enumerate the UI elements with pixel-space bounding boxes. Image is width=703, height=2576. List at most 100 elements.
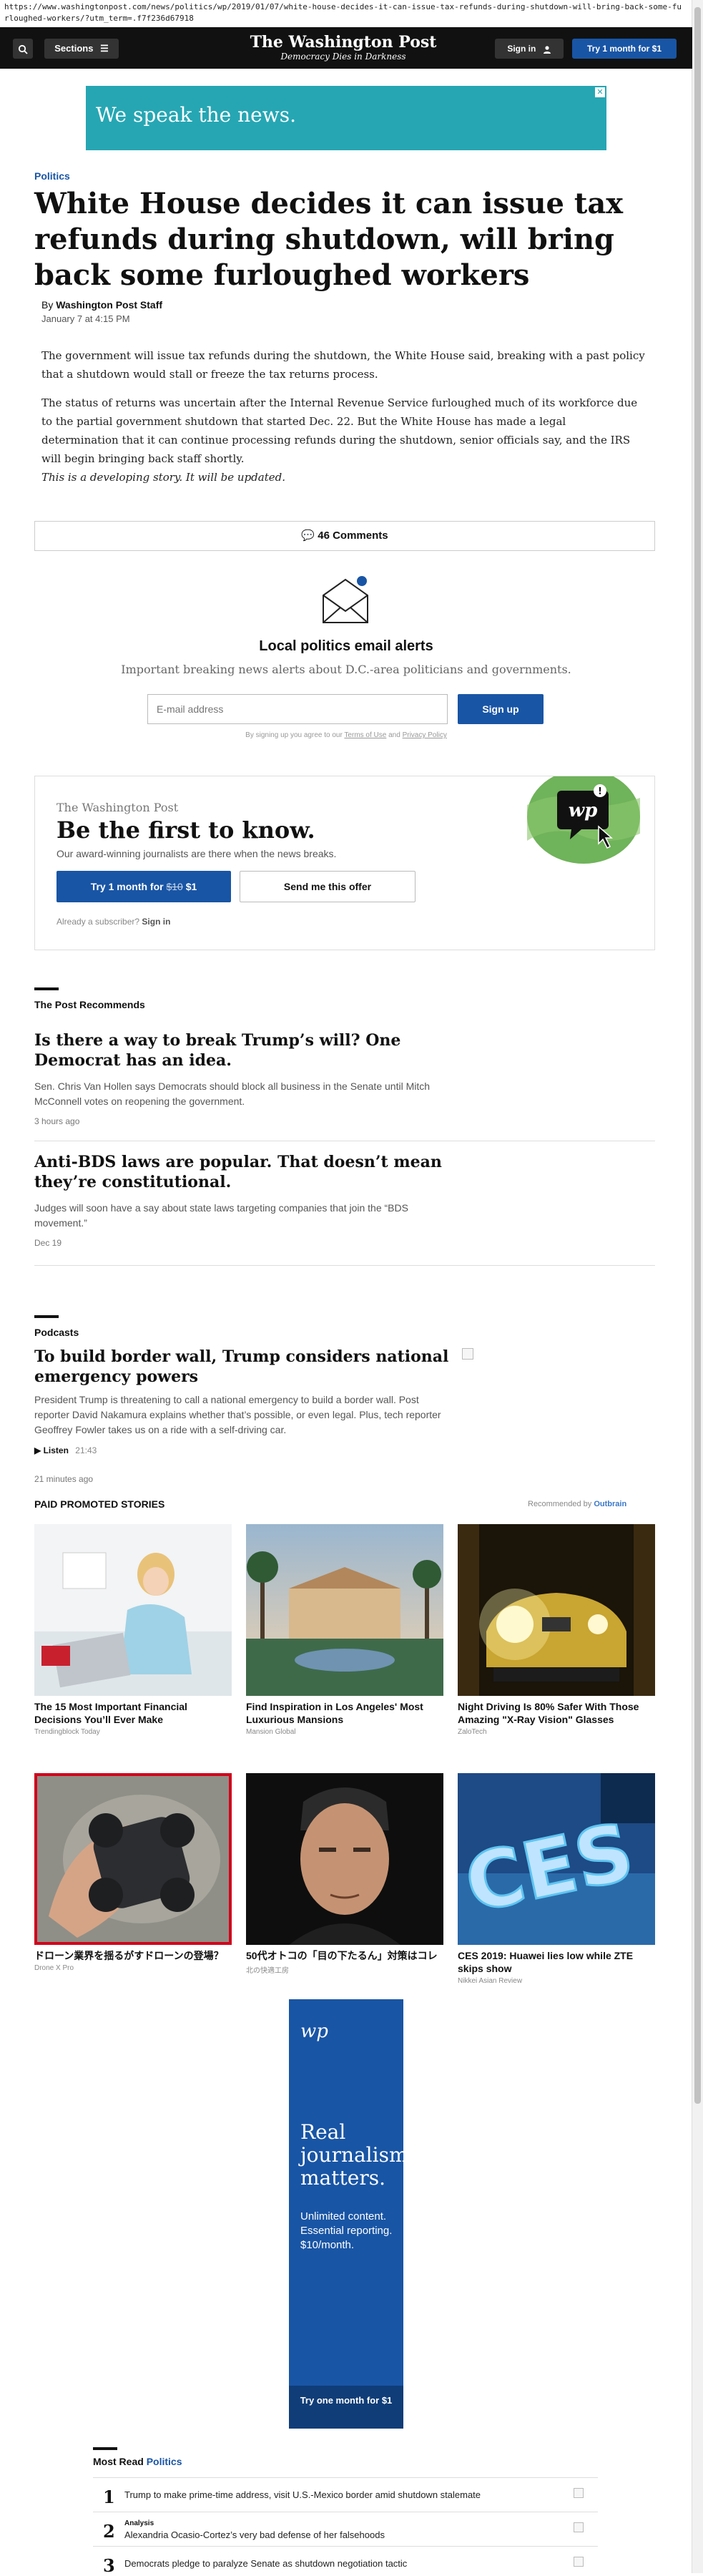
most-read-item[interactable]: 3 Democrats pledge to paralyze Senate as… (93, 2546, 598, 2576)
podcast-time: 21 minutes ago (34, 1474, 94, 1484)
vertical-scrollbar[interactable] (692, 0, 703, 2573)
card-source: Mansion Global (246, 1728, 296, 1736)
badge-alert-mark: ! (598, 786, 602, 797)
sections-button[interactable]: Sections ☰ (44, 39, 119, 59)
comments-label: 46 Comments (318, 530, 388, 542)
section-rule (34, 1315, 59, 1318)
card-image (246, 1773, 443, 1945)
most-read-title[interactable]: Alexandria Ocasio-Cortez’s very bad defe… (124, 2529, 385, 2540)
most-read-section[interactable]: Politics (147, 2456, 182, 2467)
promoted-card[interactable]: Find Inspiration in Los Angeles' Most Lu… (246, 1524, 443, 1736)
story-title[interactable]: Is there a way to break Trump’s will? On… (34, 1030, 449, 1070)
comments-button[interactable]: 💬 46 Comments (34, 521, 655, 551)
card-image: CES (458, 1773, 655, 1945)
most-read-item[interactable]: 1 Trump to make prime-time address, visi… (93, 2477, 598, 2512)
podcast-desc: President Trump is threatening to call a… (34, 1394, 441, 1435)
terms-link[interactable]: Terms of Use (344, 731, 386, 739)
card-title: Night Driving Is 80% Safer With Those Am… (458, 1701, 639, 1725)
drone-image (34, 1773, 232, 1945)
story-desc: Judges will soon have a say about state … (34, 1202, 408, 1229)
offer-old-price: $10 (166, 881, 183, 892)
offer-signin-link[interactable]: Sign in (142, 917, 170, 927)
card-image (34, 1524, 232, 1696)
comment-icon: 💬 (301, 530, 315, 542)
ad-close-icon[interactable]: ✕ (595, 87, 605, 97)
promoted-card[interactable]: The 15 Most Important Financial Decision… (34, 1524, 232, 1736)
offer-try-button[interactable]: Try 1 month for $10 $1 (56, 871, 231, 902)
ad-cta-button[interactable]: Try one month for $1 (289, 2386, 403, 2429)
card-source: ZaloTech (458, 1728, 487, 1736)
newsletter-terms: By signing up you agree to our Terms of … (0, 731, 692, 739)
recommended-story[interactable]: Anti-BDS laws are popular. That doesn’t … (34, 1152, 655, 1248)
ad-text: We speak the news. (96, 103, 296, 127)
card-title: The 15 Most Important Financial Decision… (34, 1701, 187, 1725)
card-source: Drone X Pro (34, 1964, 74, 1972)
update-note: This is a developing story. It will be u… (41, 471, 285, 484)
story-desc: Sen. Chris Van Hollen says Democrats sho… (34, 1080, 431, 1107)
article-paragraph: The government will issue tax refunds du… (41, 349, 645, 381)
outbrain-logo: Outbrain (594, 1500, 627, 1508)
man-portrait-image (246, 1773, 443, 1945)
rank-number: 1 (103, 2487, 115, 2507)
subscription-offer: The Washington Post Be the first to know… (34, 776, 655, 950)
card-title: 50代オトコの「目の下たるん」対策はコレ (246, 1950, 438, 1961)
scrollbar-thumb[interactable] (694, 7, 701, 2104)
site-logo[interactable]: The Washington Post Democracy Dies in Da… (236, 33, 451, 62)
card-image (246, 1524, 443, 1696)
author-link[interactable]: Washington Post Staff (56, 299, 162, 311)
offer-subtext: Our award-winning journalists are there … (56, 848, 337, 859)
card-title: Find Inspiration in Los Angeles' Most Lu… (246, 1701, 423, 1725)
listen-button[interactable]: ▶ Listen 21:43 (34, 1445, 97, 1455)
address-bar[interactable]: https://www.washingtonpost.com/news/poli… (0, 0, 687, 24)
user-icon (543, 46, 551, 54)
story-time: 3 hours ago (34, 1116, 80, 1126)
send-offer-button[interactable]: Send me this offer (240, 871, 416, 902)
broken-image-icon (462, 1348, 473, 1360)
top-ad-banner[interactable]: We speak the news. ✕ (86, 86, 606, 150)
promoted-card[interactable]: ドローン業界を揺るがすドローンの登場？ Drone X Pro (34, 1773, 232, 1972)
sections-label: Sections (54, 43, 94, 54)
promoted-card[interactable]: Night Driving Is 80% Safer With Those Am… (458, 1524, 655, 1736)
item-label: Analysis (124, 2519, 154, 2527)
promoted-card[interactable]: CES CES 2019: Huawei lies low while ZTE … (458, 1773, 655, 1985)
recommended-by-label: Recommended by (528, 1500, 592, 1508)
publish-date: January 7 at 4:15 PM (41, 313, 130, 324)
try-subscription-button[interactable]: Try 1 month for $1 (572, 39, 677, 59)
ad-headline: Real journalism matters. (300, 2120, 408, 2190)
divider (34, 1265, 655, 1266)
play-icon: ▶ (34, 1445, 41, 1455)
most-read-title[interactable]: Trump to make prime-time address, visit … (124, 2489, 481, 2500)
promoted-card[interactable]: 50代オトコの「目の下たるん」対策はコレ 北の快適工房 (246, 1773, 443, 1975)
signin-button[interactable]: Sign in (495, 39, 564, 59)
card-title: CES 2019: Huawei lies low while ZTE skip… (458, 1950, 634, 1974)
most-read-label: Most Read (93, 2456, 144, 2467)
most-read-title[interactable]: Democrats pledge to paralyze Senate as s… (124, 2558, 407, 2569)
search-button[interactable] (13, 39, 33, 59)
recommended-by[interactable]: Recommended by Outbrain (528, 1500, 626, 1508)
car-headlights-image (458, 1524, 655, 1696)
listen-label: Listen (43, 1445, 69, 1455)
article-headline: White House decides it can issue tax ref… (34, 187, 624, 292)
subscription-side-ad[interactable]: wp Real journalism matters. Unlimited co… (289, 1999, 408, 2429)
woman-laptop-image (34, 1524, 232, 1696)
ad-logo: wp (300, 2021, 328, 2042)
logo-text: The Washington Post (250, 33, 437, 52)
recommended-story[interactable]: Is there a way to break Trump’s will? On… (34, 1030, 655, 1126)
terms-and: and (388, 731, 400, 739)
most-read-item[interactable]: 2 Analysis Alexandria Ocasio-Cortez’s ve… (93, 2512, 598, 2547)
email-field[interactable] (147, 694, 448, 724)
signup-button[interactable]: Sign up (458, 694, 544, 724)
article-kicker[interactable]: Politics (34, 170, 70, 182)
card-source: 北の快適工房 (246, 1967, 289, 1975)
podcast-title[interactable]: To build border wall, Trump considers na… (34, 1347, 449, 1387)
ad-subtext: Unlimited content. Essential reporting. … (300, 2210, 393, 2251)
card-source: Nikkei Asian Review (458, 1977, 523, 1985)
badge-text: wp (569, 800, 598, 821)
offer-try-prefix: Try 1 month for (90, 881, 164, 892)
podcasts-heading: Podcasts (34, 1327, 79, 1338)
story-title[interactable]: Anti-BDS laws are popular. That doesn’t … (34, 1152, 449, 1192)
promoted-heading: PAID PROMOTED STORIES (34, 1498, 165, 1510)
privacy-link[interactable]: Privacy Policy (403, 731, 447, 739)
already-prefix: Already a subscriber? (56, 917, 140, 927)
offer-brand: The Washington Post (56, 801, 179, 814)
